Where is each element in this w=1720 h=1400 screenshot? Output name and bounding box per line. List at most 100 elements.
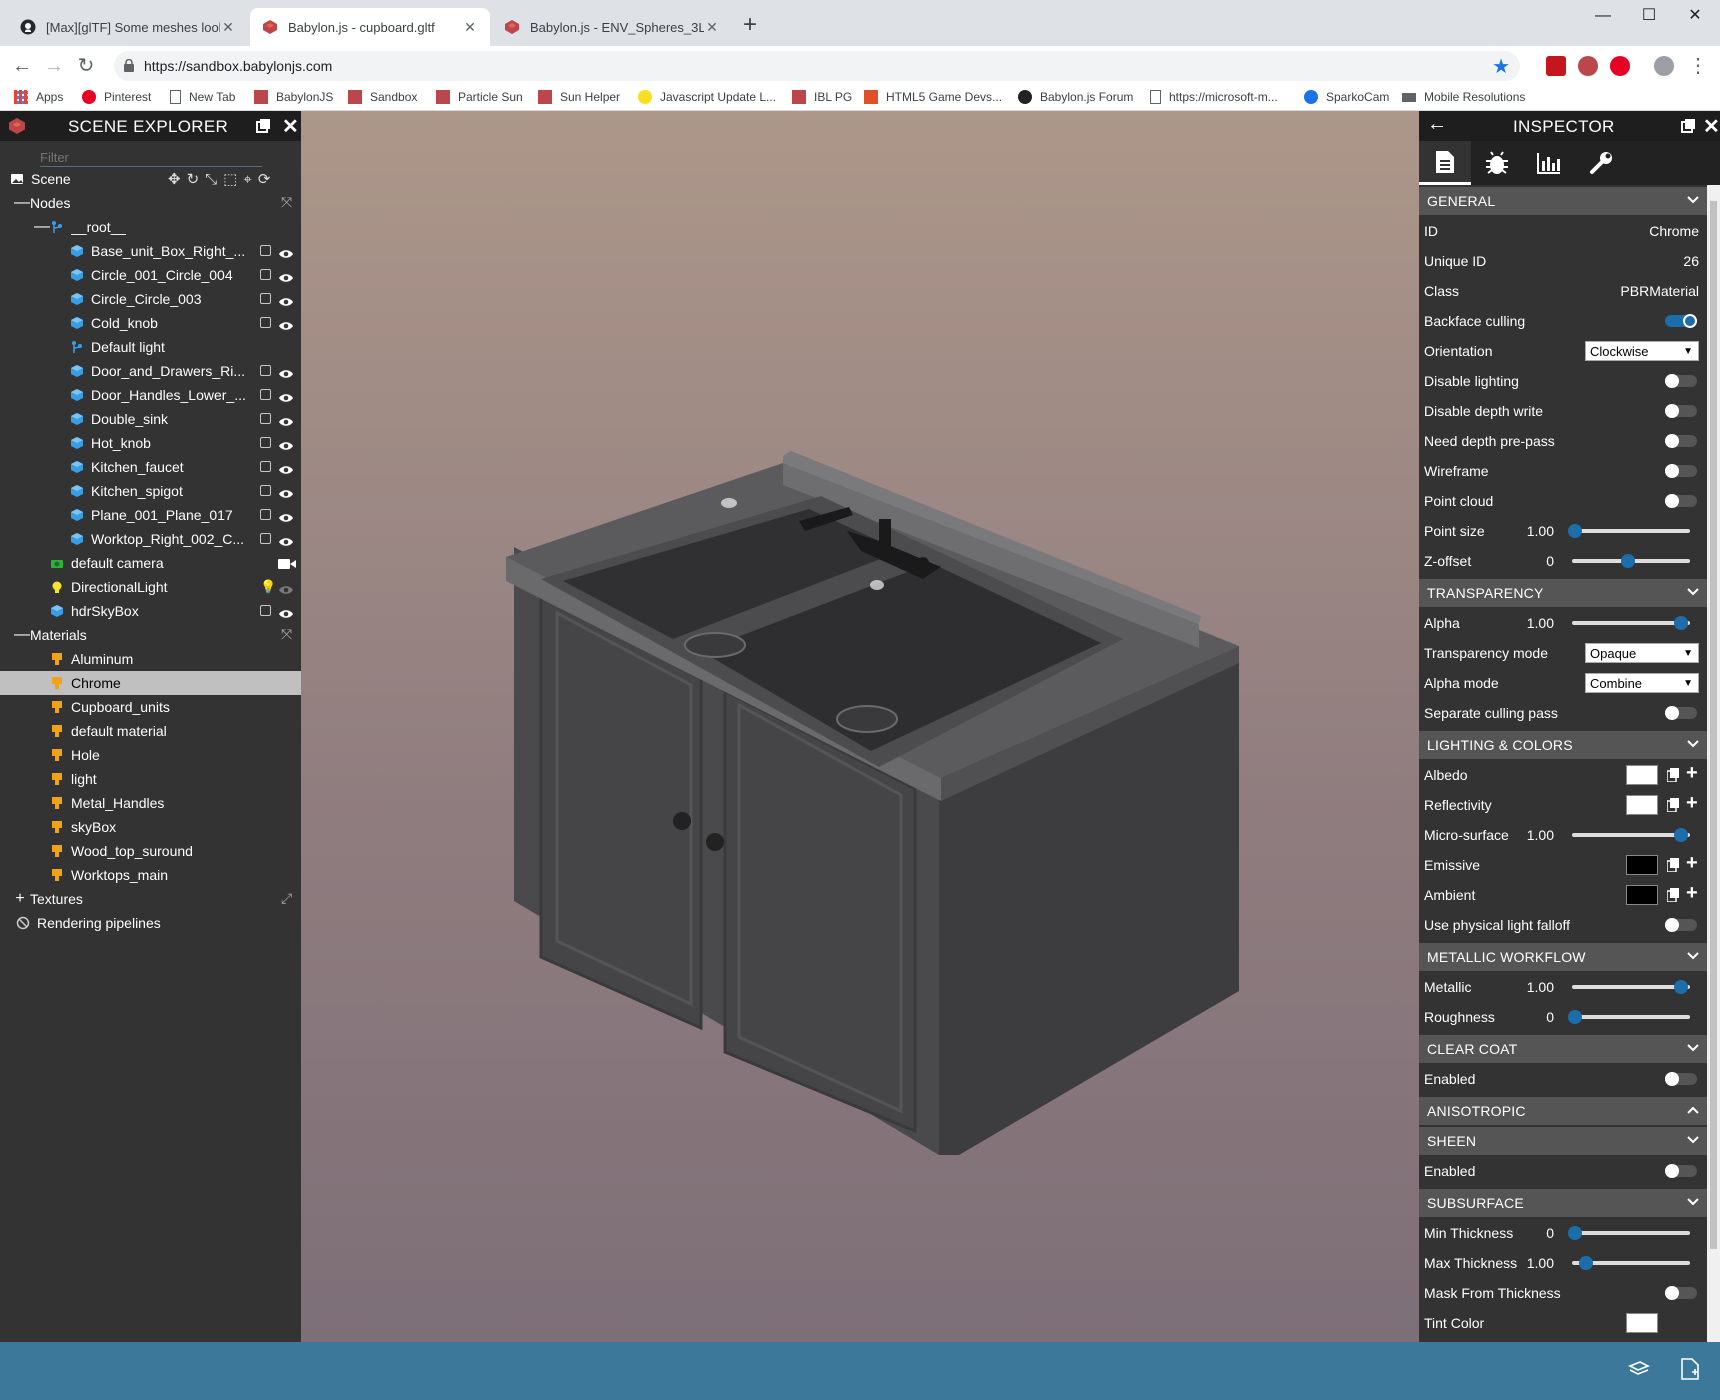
tree-item-mesh[interactable]: Circle_Circle_003 [0,287,301,311]
maximize-button[interactable]: ☐ [1626,0,1672,32]
move-gizmo-icon[interactable]: ✥ [168,170,181,188]
tree-item-material[interactable]: Metal_Handles [0,791,301,815]
bookmark-new-tab[interactable]: New Tab [170,90,235,104]
expand-plus-icon[interactable]: + [1686,882,1698,905]
tree-item-mesh[interactable]: Kitchen_spigot [0,479,301,503]
toggle-switch[interactable] [1665,918,1697,932]
bounding-box-checkbox[interactable] [260,389,271,400]
scale-gizmo-icon[interactable]: ⤡ [205,171,217,188]
address-bar[interactable]: https://sandbox.babylonjs.com ★ [114,51,1520,81]
chevron-down-icon[interactable] [1687,585,1699,597]
visibility-eye-icon[interactable] [278,438,294,450]
bounding-box-checkbox[interactable] [260,461,271,472]
tree-item-material[interactable]: Chrome [0,671,301,695]
bounding-box-checkbox[interactable] [260,245,271,256]
tree-item-material[interactable]: Aluminum [0,647,301,671]
slider-track[interactable] [1572,529,1690,533]
babylon-extension-icon[interactable] [1578,56,1598,76]
chevron-down-icon[interactable] [1687,737,1699,749]
browser-tab-github[interactable]: [Max][glTF] Some meshes look bl ✕ [8,8,248,46]
slider-track[interactable] [1572,1231,1690,1235]
tree-item-mesh[interactable]: Circle_001_Circle_004 [0,263,301,287]
close-icon[interactable]: ✕ [1703,114,1720,139]
tree-item-material[interactable]: Wood_top_suround [0,839,301,863]
dropdown-select[interactable]: Opaque ▼ [1585,643,1699,663]
slider-track[interactable] [1572,1015,1690,1019]
bookmark-babylonjs[interactable]: BabylonJS [254,90,333,104]
light-toggle-icon[interactable]: 💡 [260,579,276,595]
visibility-eye-icon[interactable] [278,366,294,378]
slider-thumb[interactable] [1568,1226,1582,1240]
tree-item-mesh[interactable]: Cold_knob [0,311,301,335]
tree-item-nodes[interactable]: — Nodes ⤧ [0,191,301,215]
tree-item-mesh[interactable]: hdrSkyBox [0,599,301,623]
section-general[interactable]: GENERAL [1419,187,1707,215]
tree-item-material[interactable]: Cupboard_units [0,695,301,719]
slider-thumb[interactable] [1674,616,1688,630]
slider-thumb[interactable] [1621,554,1635,568]
expand-plus-icon[interactable]: + [1686,792,1698,815]
section-metallic-workflow[interactable]: METALLIC WORKFLOW [1419,943,1707,971]
section-subsurface[interactable]: SUBSURFACE [1419,1189,1707,1217]
tree-item-root[interactable]: — __root__ [0,215,301,239]
close-icon[interactable]: ✕ [282,114,299,139]
copy-icon[interactable] [1666,768,1679,783]
open-file-icon[interactable] [1680,1358,1700,1380]
pick-icon[interactable]: ⌖ [243,171,251,188]
collapse-icon[interactable]: — [34,218,50,236]
tree-item-mesh[interactable]: Door_Handles_Lower_... [0,383,301,407]
bookmark-microsoft[interactable]: https://microsoft-m... [1150,90,1278,104]
active-camera-icon[interactable] [278,557,296,573]
expand-plus-icon[interactable]: + [1686,852,1698,875]
tree-item-mesh[interactable]: Plane_001_Plane_017 [0,503,301,527]
chevron-up-icon[interactable] [1687,1103,1699,1115]
color-swatch[interactable] [1626,885,1658,905]
color-swatch[interactable] [1626,1313,1658,1333]
visibility-eye-icon[interactable] [278,462,294,474]
tree-item-materials[interactable]: — Materials ⤧ [0,623,301,647]
tab-statistics[interactable] [1523,141,1575,185]
color-swatch[interactable] [1626,855,1658,875]
tree-item-material[interactable]: light [0,767,301,791]
visibility-eye-icon[interactable] [278,510,294,522]
tree-item-mesh[interactable]: Default light [0,335,301,359]
bookmark-particle-sun[interactable]: Particle Sun [436,90,523,104]
visibility-eye-icon[interactable] [278,486,294,498]
tree-item-textures[interactable]: + Textures ⤢ [0,887,301,911]
slider-thumb[interactable] [1579,1256,1593,1270]
tree-item-material[interactable]: Worktops_main [0,863,301,887]
tree-item-camera[interactable]: default camera [0,551,301,575]
section-transparency[interactable]: TRANSPARENCY [1419,579,1707,607]
color-swatch[interactable] [1626,795,1658,815]
acrobat-extension-icon[interactable] [1546,56,1566,76]
back-arrow-icon[interactable]: ← [1427,113,1447,136]
copy-icon[interactable] [1666,798,1679,813]
bounding-box-checkbox[interactable] [260,437,271,448]
popout-icon[interactable] [1681,118,1696,133]
pinterest-extension-icon[interactable] [1610,56,1630,76]
refresh-icon[interactable]: ⟳ [258,170,271,188]
toggle-switch[interactable] [1665,494,1697,508]
expand-plus-icon[interactable]: + [1686,762,1698,785]
chevron-down-icon[interactable] [1687,1041,1699,1053]
tree-item-scene[interactable]: Scene ✥ ↻ ⤡ ⬚ ⌖ ⟳ [0,167,301,191]
toggle-switch[interactable] [1665,374,1697,388]
bookmark-javascript-update[interactable]: Javascript Update L... [638,90,776,104]
bounding-box-checkbox[interactable] [260,365,271,376]
dropdown-select[interactable]: Combine ▼ [1585,673,1699,693]
bounding-gizmo-icon[interactable]: ⬚ [223,170,237,188]
visibility-eye-icon[interactable] [278,534,294,546]
collapse-all-icon[interactable]: ⤧ [281,194,292,211]
toggle-switch[interactable] [1665,404,1697,418]
bounding-box-checkbox[interactable] [260,293,271,304]
toggle-switch[interactable] [1665,434,1697,448]
browser-tab-cupboard[interactable]: Babylon.js - cupboard.gltf ✕ [250,8,490,46]
collapse-icon[interactable]: — [14,194,30,212]
slider-thumb[interactable] [1674,828,1688,842]
visibility-eye-icon[interactable] [278,318,294,330]
bookmark-html5-game-devs[interactable]: HTML5 Game Devs... [864,90,1002,104]
inspector-scrollbar[interactable] [1707,185,1720,1342]
tree-item-mesh[interactable]: Kitchen_faucet [0,455,301,479]
expand-icon[interactable]: + [14,890,26,908]
minimize-button[interactable]: — [1580,0,1626,32]
